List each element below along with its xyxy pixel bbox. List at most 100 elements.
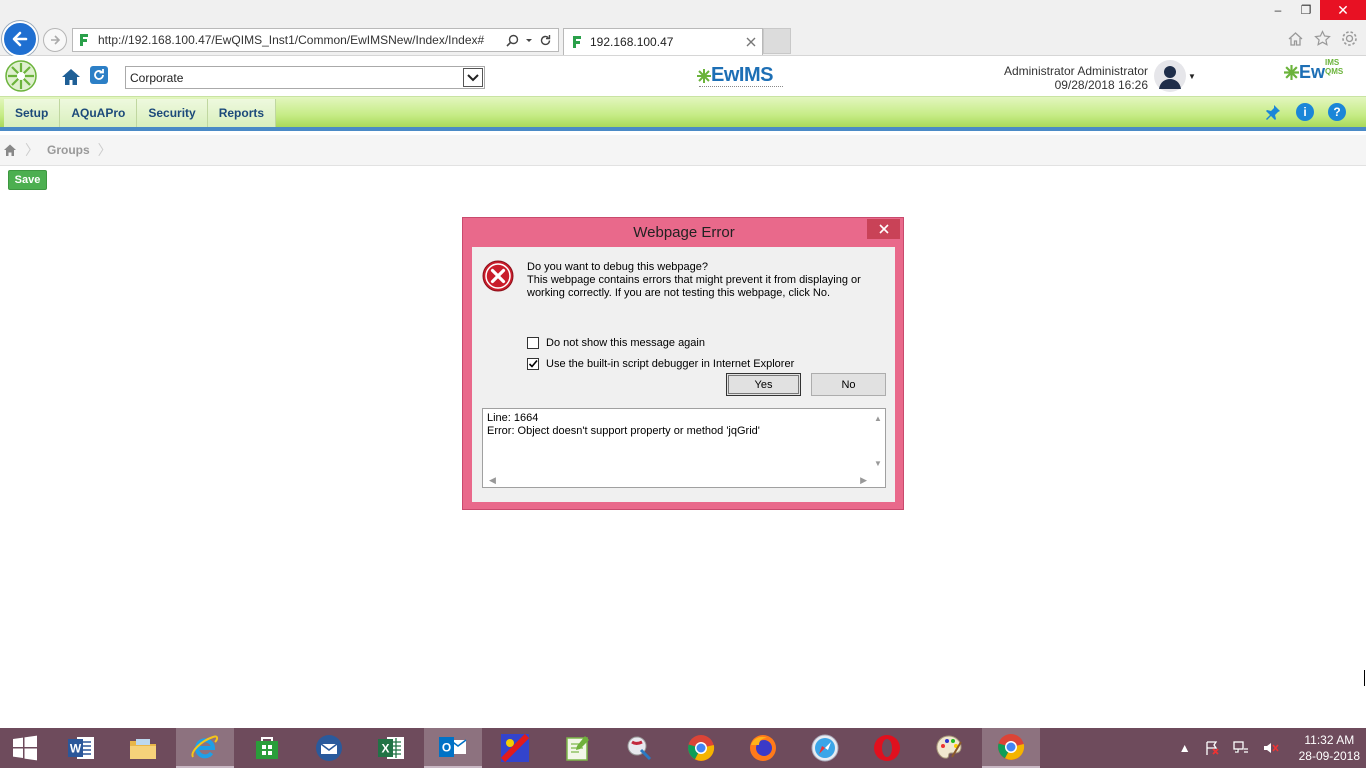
folder-icon [130,739,156,759]
taskbar-excel[interactable]: X [362,728,420,768]
browser-tab[interactable]: 192.168.100.47 [563,28,763,55]
taskbar-internet-explorer[interactable] [176,728,234,768]
error-text: Error: Object doesn't support property o… [487,425,760,437]
breadcrumb-separator: 〉 [25,142,39,158]
taskbar-clock[interactable]: 11:32 AM 28-09-2018 [1299,732,1360,764]
settings-gear-icon[interactable] [1341,30,1358,47]
vertical-scrollbar[interactable]: ▲ ▼ [871,409,885,473]
taskbar-notepad-plus[interactable] [548,728,606,768]
scroll-left-icon[interactable]: ◀ [489,474,496,487]
clock-time: 11:32 AM [1304,733,1355,747]
taskbar-word[interactable]: W [52,728,110,768]
menu-item-aquapro[interactable]: AQuAPro [60,99,138,127]
dialog-close-button[interactable] [867,219,900,239]
checkbox-do-not-show[interactable]: Do not show this message again [527,337,705,349]
ewims-logo: EwIMS [697,64,783,87]
address-url[interactable]: http://192.168.100.47/EwQIMS_Inst1/Commo… [98,33,506,47]
ewqms-logo: Ew IMS QMS [1284,58,1343,83]
new-tab-button[interactable] [763,28,791,54]
checkbox-checked[interactable] [527,358,539,370]
ewims-flower-icon [697,68,711,83]
maximize-button[interactable]: ❐ [1292,0,1320,20]
save-button[interactable]: Save [8,170,47,190]
breadcrumb: 〉 Groups 〉 [0,135,1366,166]
tray-network-icon[interactable] [1232,741,1249,755]
menu-item-reports[interactable]: Reports [207,99,277,127]
chrome-icon [688,735,715,761]
app-header: Corporate EwIMS Administrator Administra… [0,56,1366,96]
home-icon[interactable] [1287,30,1304,47]
internet-explorer-icon [191,735,219,759]
help-icon[interactable]: ? [1328,103,1346,121]
search-icon[interactable] [506,34,519,47]
taskbar-app-red[interactable] [486,728,544,768]
organization-select[interactable]: Corporate [125,66,485,89]
user-info: Administrator Administrator 09/28/2018 1… [1004,64,1148,92]
checkbox-use-debugger[interactable]: Use the built-in script debugger in Inte… [527,358,794,370]
yes-button[interactable]: Yes [726,373,801,396]
breadcrumb-home-icon[interactable] [3,143,17,157]
checkbox-unchecked[interactable] [527,337,539,349]
dialog-question: Do you want to debug this webpage? [527,261,709,273]
menu-item-security[interactable]: Security [137,99,208,127]
dialog-title: Webpage Error [633,224,735,241]
info-icon[interactable]: i [1296,103,1314,121]
forward-button[interactable] [43,28,67,52]
taskbar-app-paint[interactable] [610,728,668,768]
breadcrumb-current[interactable]: Groups [47,143,90,157]
error-line: Line: 1664 [487,412,539,424]
minimize-button[interactable]: – [1264,0,1292,20]
ewqms-logo-text: Ew [1299,62,1326,82]
taskbar-file-explorer[interactable] [114,728,172,768]
window-close-button[interactable]: ✕ [1320,0,1366,20]
taskbar-paint[interactable] [920,728,978,768]
tray-volume-muted-icon[interactable] [1263,741,1279,755]
no-button[interactable]: No [811,373,886,396]
ewims-logo-text: EwIMS [711,64,773,86]
scroll-right-icon[interactable]: ▶ [860,474,867,487]
taskbar-safari[interactable] [796,728,854,768]
user-name: Administrator Administrator [1003,64,1148,78]
user-menu-caret-icon[interactable]: ▼ [1188,72,1196,81]
webpage-error-dialog: Webpage Error Do you want to debug this … [462,217,904,510]
horizontal-scrollbar[interactable]: ◀ ▶ [483,473,873,487]
back-button[interactable] [2,21,38,57]
app-logo-icon[interactable] [2,56,40,96]
user-avatar-icon[interactable] [1154,60,1186,92]
pin-icon[interactable] [1264,103,1282,121]
checkbox-label: Do not show this message again [546,337,705,349]
home-icon[interactable] [60,66,82,88]
tab-favicon-icon [573,36,581,48]
tray-flag-icon[interactable] [1205,741,1219,755]
taskbar-store[interactable] [238,728,296,768]
main-menubar: Setup AQuAPro Security Reports i ? [0,96,1366,131]
arrow-left-icon [12,31,28,47]
refresh-icon[interactable] [90,66,108,84]
error-details-textbox[interactable]: Line: 1664 Error: Object doesn't support… [482,408,886,488]
taskbar-chrome-2[interactable] [982,728,1040,768]
firefox-icon [750,735,776,761]
start-button[interactable] [0,728,50,768]
current-datetime: 09/28/2018 16:26 [1054,78,1148,92]
dropdown-caret-icon[interactable] [525,34,533,47]
refresh-icon[interactable] [539,34,552,47]
taskbar-firefox[interactable] [734,728,792,768]
ewims-logo-tagline [699,86,783,89]
scroll-up-icon[interactable]: ▲ [874,412,882,425]
tab-close-icon[interactable] [746,37,756,47]
system-tray: ▲ 11:32 AM 28-09-2018 [1179,728,1360,768]
taskbar-chrome[interactable] [672,728,730,768]
checkmark-icon [528,359,538,368]
tray-overflow-caret-icon[interactable]: ▲ [1179,741,1191,755]
scroll-down-icon[interactable]: ▼ [874,457,882,470]
menu-item-setup[interactable]: Setup [4,99,61,127]
close-icon [878,224,889,234]
taskbar-opera[interactable] [858,728,916,768]
address-bar[interactable]: http://192.168.100.47/EwQIMS_Inst1/Commo… [72,28,559,52]
taskbar-thunderbird[interactable] [300,728,358,768]
chevron-down-icon[interactable] [463,68,483,87]
taskbar-outlook[interactable]: O [424,728,482,768]
favorites-star-icon[interactable] [1314,30,1331,47]
mouse-cursor [1364,670,1365,686]
browser-toolbar-icons [1287,30,1358,47]
